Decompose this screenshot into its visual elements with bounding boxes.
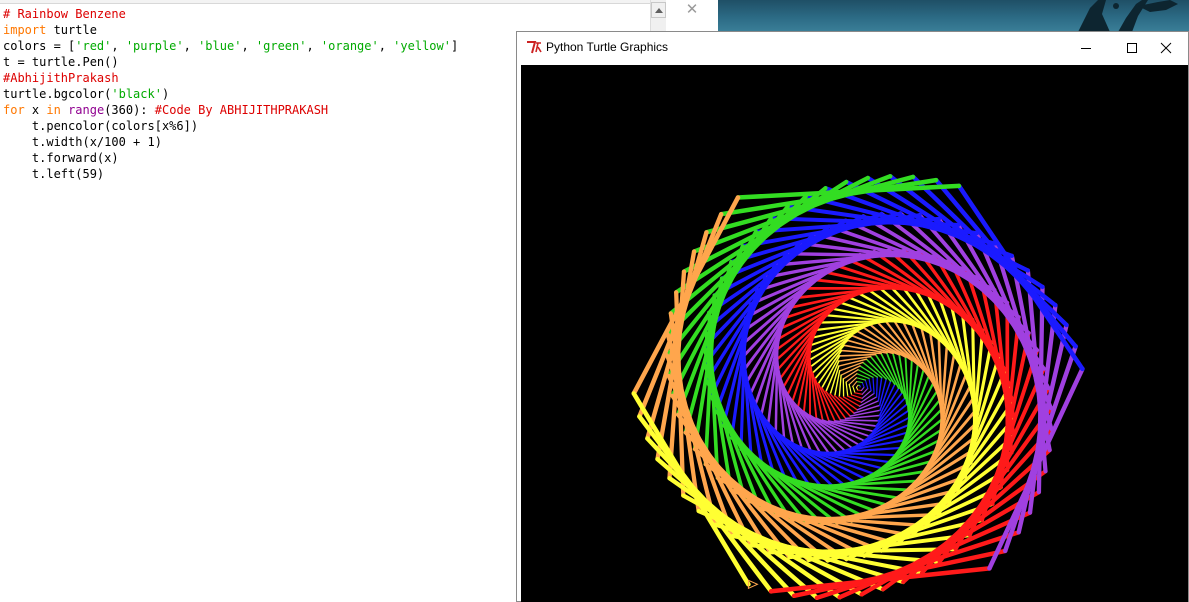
spiral-segment (872, 376, 875, 395)
code-token: turtle.bgcolor( (3, 87, 112, 101)
code-token: , (378, 39, 394, 53)
code-line: turtle.bgcolor('black') (3, 86, 458, 102)
spiral-segment (848, 384, 853, 396)
code-line: t = turtle.Pen() (3, 54, 458, 70)
code-token: 'yellow' (393, 39, 451, 53)
spiral-segment (845, 381, 849, 397)
code-token: turtle (46, 23, 97, 37)
close-button[interactable] (1143, 32, 1189, 63)
code-line: t.width(x/100 + 1) (3, 134, 458, 150)
code-token: 'blue' (198, 39, 242, 53)
background-window-close-button[interactable]: ✕ (680, 0, 704, 18)
code-token: 'orange' (320, 39, 379, 53)
code-token: 'green' (255, 39, 307, 53)
spiral-segment (838, 353, 877, 357)
code-token: #AbhijithPrakash (3, 71, 119, 85)
code-line: #AbhijithPrakash (3, 70, 458, 86)
spiral-segment (845, 373, 858, 383)
maximize-icon (1127, 42, 1137, 53)
background-window: ✕ (666, 0, 718, 32)
window-title: Python Turtle Graphics (546, 40, 669, 54)
code-token: ) (161, 87, 170, 101)
code-token: range (68, 103, 105, 117)
spiral-segment (856, 381, 863, 384)
code-token: t.forward(x) (3, 151, 119, 165)
spiral-segment (875, 376, 878, 398)
close-icon: ✕ (685, 0, 699, 18)
code-token: # Rainbow Benzene (3, 7, 126, 21)
wallpaper-silhouette (1078, 0, 1178, 32)
code-token: in (46, 103, 61, 117)
scroll-up-button[interactable] (651, 2, 666, 18)
code-token: import (3, 23, 47, 37)
spiral-segment (645, 230, 709, 441)
code-line: t.pencolor(colors[x%6]) (3, 118, 458, 134)
window-titlebar[interactable]: Python Turtle Graphics (517, 32, 1188, 63)
spiral-segment (874, 353, 896, 386)
spiral-segment (825, 390, 847, 420)
spiral-segment (838, 374, 842, 398)
code-token: 'purple' (125, 39, 184, 53)
turtle-canvas[interactable] (521, 65, 1188, 602)
code-token: t.left(59) (3, 167, 105, 181)
spiral-segment (852, 385, 856, 394)
code-token: t.pencolor(colors[x%6]) (3, 119, 199, 133)
desktop-screen: # Rainbow Benzene import turtle colors = [… (0, 0, 1189, 602)
close-icon (1160, 42, 1172, 53)
spiral-segment (854, 392, 863, 395)
spiral-segment (868, 377, 872, 392)
code-line: import turtle (3, 22, 458, 38)
rainbow-spiral-drawing (631, 174, 1085, 601)
code-token: , (306, 39, 321, 53)
editor-top-edge (0, 0, 650, 4)
code-text-area[interactable]: # Rainbow Benzene import turtle colors = [… (3, 6, 458, 182)
code-line: for x in range(360): #Code By ABHIJITHPR… (3, 102, 458, 118)
spiral-segment (864, 379, 869, 389)
code-token: x (24, 103, 47, 117)
minimize-button[interactable] (1063, 32, 1109, 63)
spiral-segment (851, 394, 863, 399)
turtle-graphics-window[interactable]: Python Turtle Graphics (516, 31, 1189, 602)
code-token: , (111, 39, 126, 53)
code-line: colors = ['red', 'purple', 'blue', 'gree… (3, 38, 458, 54)
code-token: t = turtle.Pen() (3, 55, 119, 69)
minimize-icon (1081, 47, 1091, 49)
code-token: , (241, 39, 256, 53)
code-line: t.left(59) (3, 166, 458, 182)
desktop-wallpaper (718, 0, 1189, 32)
code-token: (360): (104, 103, 155, 117)
spiral-segment (852, 381, 858, 387)
spiral-segment (839, 419, 880, 422)
code-token: 'red' (75, 39, 112, 53)
arrow-up-icon (654, 7, 663, 13)
spiral-segment (855, 377, 866, 381)
code-token: 'black' (111, 87, 162, 101)
spiral-segment (860, 386, 865, 392)
code-token: #Code By ABHIJITHPRAKASH (154, 103, 329, 117)
code-token: ] (450, 39, 459, 53)
code-token: colors = [ (3, 39, 76, 53)
tk-feather-icon (527, 41, 542, 54)
code-line: t.forward(x) (3, 150, 458, 166)
code-line: # Rainbow Benzene (3, 6, 458, 22)
code-token: for (3, 103, 25, 117)
code-token: , (183, 39, 199, 53)
code-token: t.width(x/100 + 1) (3, 135, 162, 149)
spiral-segment (910, 174, 1069, 328)
spiral-segment (645, 436, 797, 599)
spiral-segment (861, 381, 865, 388)
